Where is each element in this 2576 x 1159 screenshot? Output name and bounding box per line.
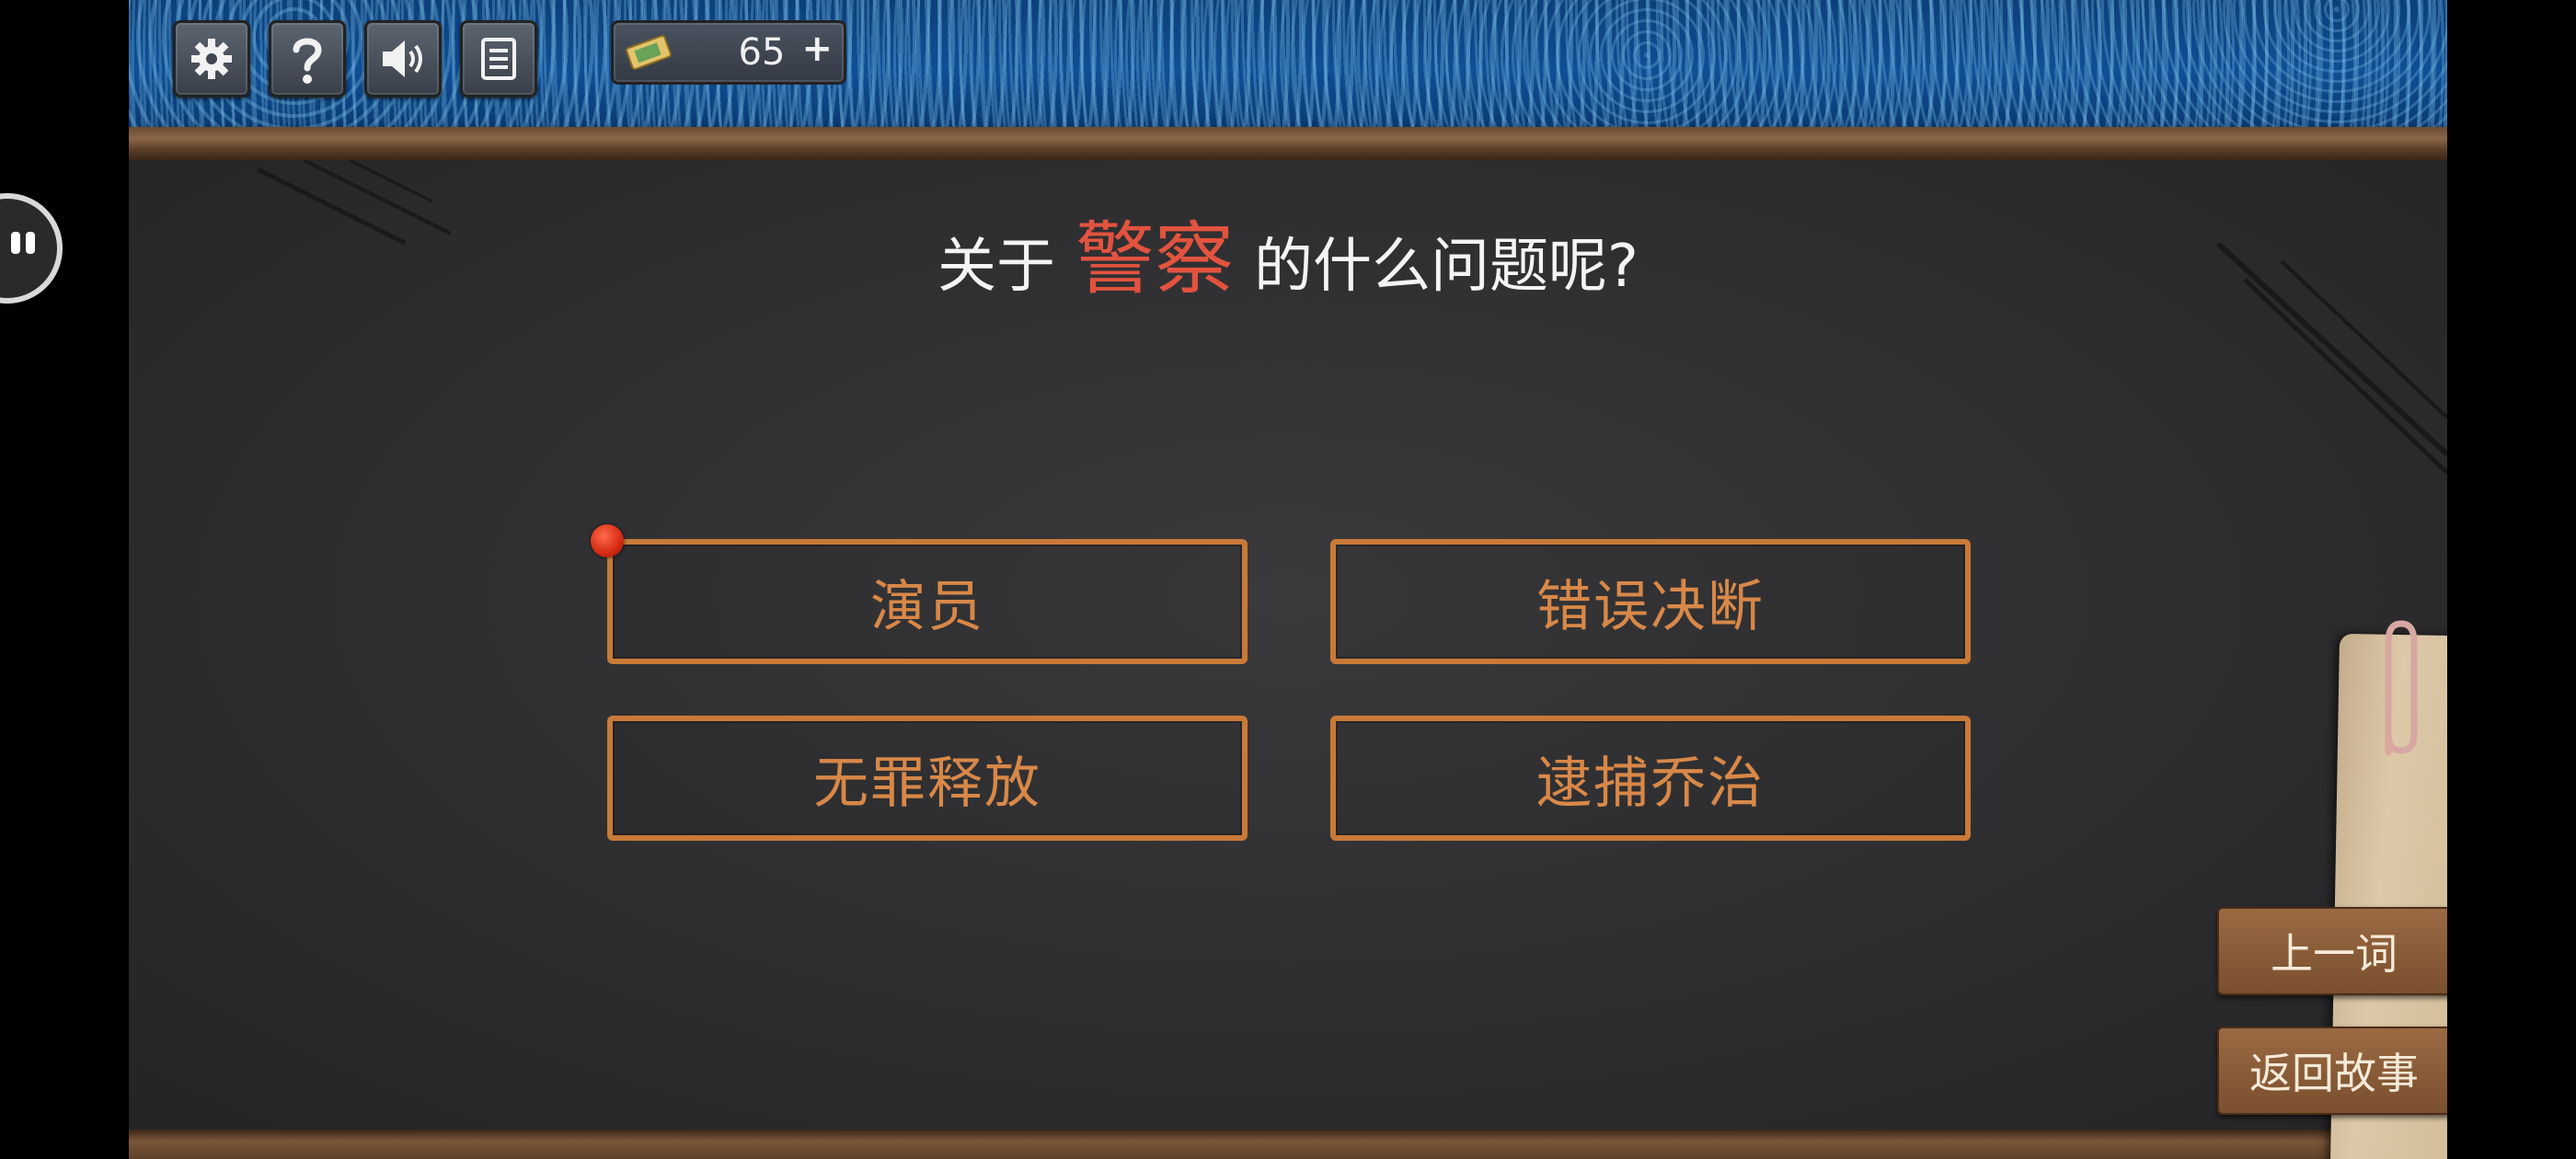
answer-option-2[interactable]: 错误决断 [1330,539,1971,664]
paperclip-icon [2385,620,2418,756]
sound-button[interactable] [364,20,442,98]
speaker-icon [383,40,422,77]
question-suffix: 的什么问题呢? [1254,233,1639,301]
selection-marker-icon [591,524,624,557]
assist-eye-icon [11,232,20,254]
answer-option-label: 演员 [870,574,984,639]
previous-word-button[interactable]: 上一词 [2217,907,2447,995]
question-prefix: 关于 [937,233,1056,301]
answer-option-label: 错误决断 [1536,574,1765,639]
game-stage: 65 + 关于 警察 的什么问题呢? 演员 错误决断 无罪释放 逮捕乔治 上一词 返… [129,0,2447,1159]
board-frame-bottom [129,1130,2447,1159]
answer-option-label: 逮捕乔治 [1536,751,1765,816]
question-keyword: 警察 [1075,213,1235,305]
ticket-counter: 65 + [611,20,846,85]
question-text: 关于 警察 的什么问题呢? [129,213,2447,313]
settings-button[interactable] [173,20,250,98]
board-frame-top [129,127,2447,160]
answer-option-4[interactable]: 逮捕乔治 [1330,716,1971,841]
gear-icon [191,39,232,79]
back-to-story-label: 返回故事 [2249,1049,2419,1098]
log-button[interactable] [460,20,537,98]
ticket-icon [626,35,672,70]
help-button[interactable] [269,20,346,98]
floating-assist-button[interactable] [0,193,63,304]
add-tickets-button[interactable]: + [801,29,833,69]
answer-option-label: 无罪释放 [813,751,1041,816]
notebook-icon [481,38,516,80]
question-icon [293,38,322,84]
answer-option-3[interactable]: 无罪释放 [607,716,1248,841]
assist-eye-icon [26,232,35,254]
ticket-count: 65 [738,31,786,74]
previous-word-label: 上一词 [2271,929,2398,979]
back-to-story-button[interactable]: 返回故事 [2217,1027,2447,1115]
answer-option-1[interactable]: 演员 [607,539,1248,664]
